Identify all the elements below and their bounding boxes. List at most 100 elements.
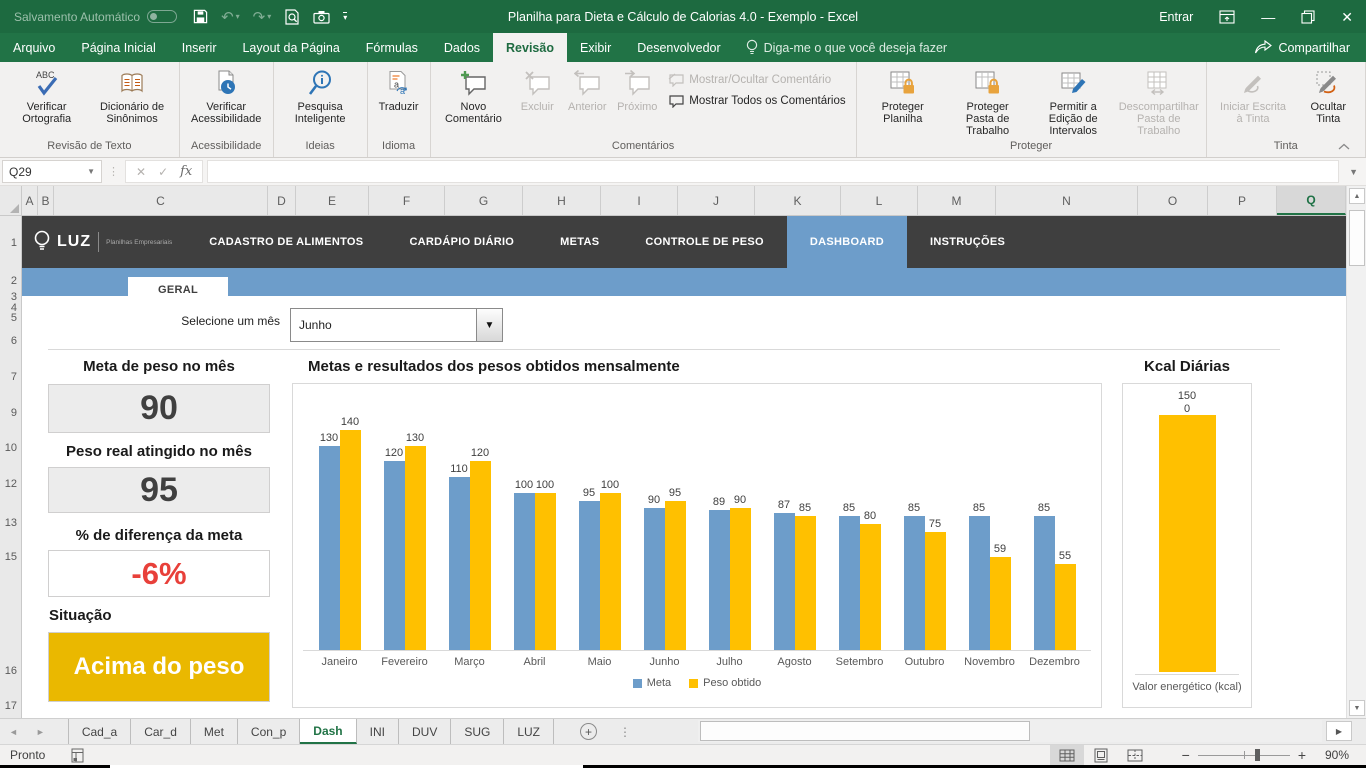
column-header-i[interactable]: I	[601, 186, 678, 215]
previous-comment-button[interactable]: Anterior	[562, 65, 612, 113]
save-button[interactable]	[193, 9, 208, 24]
month-dropdown-arrow-icon[interactable]: ▼	[476, 309, 502, 341]
close-button[interactable]: ✕	[1328, 0, 1366, 33]
enter-icon[interactable]: ✓	[158, 165, 168, 179]
scroll-right-button[interactable]: ▶	[1326, 721, 1352, 741]
column-header-d[interactable]: D	[268, 186, 296, 215]
vertical-scrollbar-thumb[interactable]	[1349, 210, 1365, 266]
column-header-m[interactable]: M	[918, 186, 996, 215]
row-header-16[interactable]: 16	[5, 664, 17, 678]
column-header-j[interactable]: J	[678, 186, 755, 215]
row-header-6[interactable]: 6	[11, 334, 17, 348]
sheet-tab-ini[interactable]: INI	[357, 719, 399, 744]
select-all-corner[interactable]	[0, 186, 22, 216]
row-header-15[interactable]: 15	[5, 550, 17, 564]
nav-item-cardapio-diario[interactable]: CARDÁPIO DIÁRIO	[386, 216, 537, 268]
start-ink-button[interactable]: Iniciar Escrita à Tinta	[1211, 65, 1296, 125]
ribbon-display-options-button[interactable]	[1206, 0, 1248, 33]
delete-comment-button[interactable]: Excluir	[512, 65, 562, 113]
horizontal-scrollbar-thumb[interactable]	[700, 721, 1030, 741]
zoom-out-button[interactable]: −	[1174, 747, 1198, 763]
row-header-12[interactable]: 12	[5, 477, 17, 491]
ribbon-tab-layout-da-pagina[interactable]: Layout da Página	[229, 33, 352, 62]
column-header-c[interactable]: C	[54, 186, 268, 215]
sheet-tab-duv[interactable]: DUV	[399, 719, 451, 744]
column-header-g[interactable]: G	[445, 186, 523, 215]
show-hide-comment-button[interactable]: Mostrar/Ocultar Comentário	[668, 73, 845, 87]
ribbon-tab-dados[interactable]: Dados	[431, 33, 493, 62]
column-header-q[interactable]: Q	[1277, 186, 1346, 215]
sheet-nav-left-button[interactable]: ◄	[0, 719, 27, 744]
column-header-l[interactable]: L	[841, 186, 918, 215]
minimize-button[interactable]: —	[1248, 0, 1288, 33]
row-header-1[interactable]: 1	[11, 236, 17, 250]
row-header-5[interactable]: 5	[11, 311, 17, 325]
zoom-percentage[interactable]: 90%	[1314, 748, 1360, 762]
name-box[interactable]: Q29 ▼	[2, 160, 102, 183]
scroll-up-button[interactable]: ▲	[1349, 188, 1365, 204]
autosave-toggle[interactable]	[147, 10, 177, 23]
nav-item-instrucoes[interactable]: INSTRUÇÕES	[907, 216, 1028, 268]
undo-button[interactable]: ↶▾	[221, 8, 240, 26]
scroll-down-button[interactable]: ▼	[1349, 700, 1365, 716]
row-header-17[interactable]: 17	[5, 699, 17, 713]
cancel-icon[interactable]: ✕	[136, 165, 146, 179]
name-box-dropdown-icon[interactable]: ▼	[87, 167, 95, 176]
insert-function-button[interactable]: fx	[180, 164, 192, 179]
ribbon-tab-pagina-inicial[interactable]: Página Inicial	[68, 33, 168, 62]
ribbon-tab-formulas[interactable]: Fórmulas	[353, 33, 431, 62]
formula-bar-expand-icon[interactable]: ▼	[1341, 158, 1366, 185]
share-button[interactable]: Compartilhar	[1238, 33, 1366, 62]
qat-customize-button[interactable]: ▾	[343, 12, 347, 21]
view-page-layout-button[interactable]	[1084, 745, 1118, 765]
ribbon-collapse-button[interactable]	[1338, 143, 1350, 150]
nav-item-metas[interactable]: METAS	[537, 216, 622, 268]
row-header-10[interactable]: 10	[5, 441, 17, 455]
translate-button[interactable]: aa Traduzir	[372, 65, 426, 113]
sheet-tab-con-p[interactable]: Con_p	[238, 719, 300, 744]
formula-input[interactable]	[207, 160, 1339, 183]
spelling-button[interactable]: ABC Verificar Ortografia	[4, 65, 89, 125]
nav-item-cadastro-de-alimentos[interactable]: CADASTRO DE ALIMENTOS	[186, 216, 386, 268]
row-header-7[interactable]: 7	[11, 370, 17, 384]
print-preview-button[interactable]	[284, 9, 300, 25]
zoom-slider[interactable]	[1198, 745, 1290, 765]
allow-edit-ranges-button[interactable]: Permitir a Edição de Intervalos	[1030, 65, 1116, 137]
ribbon-tab-desenvolvedor[interactable]: Desenvolvedor	[624, 33, 733, 62]
sub-tab-geral[interactable]: GERAL	[128, 277, 228, 302]
add-sheet-button[interactable]: +	[580, 723, 597, 740]
sheet-overflow-icon[interactable]: ⋮	[597, 719, 653, 744]
sheet-tab-dash[interactable]: Dash	[300, 719, 356, 744]
column-header-o[interactable]: O	[1138, 186, 1208, 215]
column-header-h[interactable]: H	[523, 186, 601, 215]
thesaurus-button[interactable]: Dicionário de Sinônimos	[89, 65, 174, 125]
tell-me-box[interactable]: Diga-me o que você deseja fazer	[734, 33, 959, 62]
main-chart[interactable]: 1301401201301101201001009510090958990878…	[292, 383, 1102, 708]
autosave-control[interactable]: Salvamento Automático	[14, 10, 177, 24]
restore-button[interactable]	[1288, 0, 1328, 33]
column-header-f[interactable]: F	[369, 186, 445, 215]
nav-item-dashboard[interactable]: DASHBOARD	[787, 216, 907, 268]
sheet-tab-luz[interactable]: LUZ	[504, 719, 554, 744]
column-header-n[interactable]: N	[996, 186, 1138, 215]
month-combo[interactable]: Junho ▼	[290, 308, 503, 342]
ribbon-tab-inserir[interactable]: Inserir	[169, 33, 230, 62]
sign-in-button[interactable]: Entrar	[1146, 0, 1206, 33]
row-header-9[interactable]: 9	[11, 406, 17, 420]
row-header-13[interactable]: 13	[5, 516, 17, 530]
column-header-k[interactable]: K	[755, 186, 841, 215]
sheet-tab-cad-a[interactable]: Cad_a	[68, 719, 131, 744]
kcal-chart[interactable]: 150 0 Valor energético (kcal)	[1122, 383, 1252, 708]
column-header-a[interactable]: A	[22, 186, 38, 215]
check-accessibility-button[interactable]: Verificar Acessibilidade	[184, 65, 269, 125]
hide-ink-button[interactable]: Ocultar Tinta	[1296, 65, 1361, 125]
zoom-slider-thumb[interactable]	[1255, 749, 1260, 761]
view-normal-button[interactable]	[1050, 745, 1084, 765]
smart-lookup-button[interactable]: Pesquisa Inteligente	[278, 65, 363, 125]
view-page-break-button[interactable]	[1118, 745, 1152, 765]
next-comment-button[interactable]: Próximo	[612, 65, 662, 113]
sheet-tab-car-d[interactable]: Car_d	[131, 719, 191, 744]
sheet-nav-right-button[interactable]: ►	[27, 719, 54, 744]
column-header-e[interactable]: E	[296, 186, 369, 215]
camera-button[interactable]	[313, 10, 330, 24]
